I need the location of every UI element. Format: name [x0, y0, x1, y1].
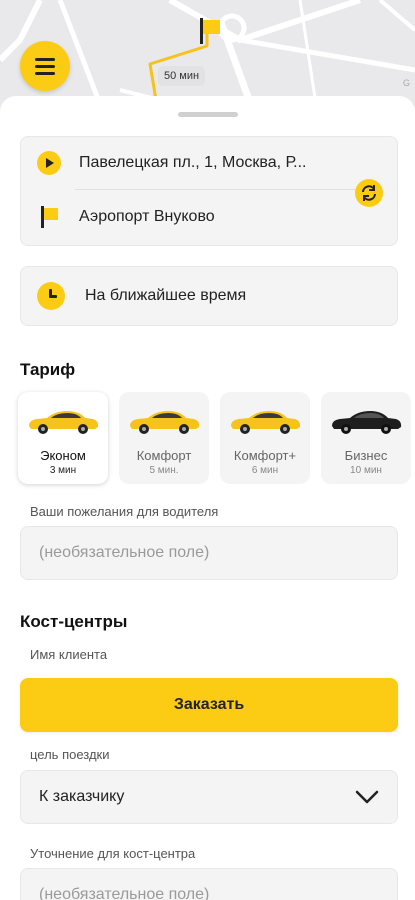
route-to-row[interactable]: Аэропорт Внуково — [21, 191, 215, 243]
car-icon — [29, 411, 99, 434]
hamburger-icon — [35, 56, 55, 77]
car-icon — [231, 411, 301, 434]
trip-purpose-label: цель поездки — [30, 747, 110, 762]
tariff-comfort[interactable]: Комфорт 5 мин. — [119, 392, 209, 484]
tariff-economy[interactable]: Эконом 3 мин — [18, 392, 108, 484]
route-divider — [75, 189, 357, 190]
trip-purpose-select[interactable]: К заказчику — [20, 770, 398, 824]
trip-purpose-value: К заказчику — [39, 788, 125, 805]
tariff-name: Эконом — [40, 448, 86, 463]
swap-icon — [362, 185, 376, 201]
tariff-eta: 5 мин. — [149, 465, 179, 476]
pickup-time-selector[interactable]: На ближайшее время — [20, 266, 398, 326]
map-credit: G — [403, 78, 411, 88]
wishes-input[interactable]: (необязательное поле) — [20, 526, 398, 580]
car-icon — [130, 411, 200, 434]
route-from-row[interactable]: Павелецкая пл., 1, Москва, Р... — [21, 137, 306, 189]
pickup-time-text: На ближайшее время — [85, 287, 247, 304]
tariff-name: Комфорт — [136, 448, 192, 463]
chevron-down-icon — [355, 790, 379, 804]
order-sheet: Павелецкая пл., 1, Москва, Р... Аэропорт… — [0, 96, 415, 900]
tariff-name: Комфорт+ — [233, 448, 297, 463]
tariff-title: Тариф — [20, 360, 76, 379]
tariff-eta: 3 мин — [49, 465, 77, 476]
sheet-drag-handle[interactable] — [178, 112, 238, 117]
swap-route-button[interactable] — [355, 179, 383, 207]
wishes-label: Ваши пожелания для водителя — [30, 504, 219, 519]
tariff-list[interactable]: Эконом 3 мин Комфорт 5 мин. Комфорт+ 6 м… — [18, 392, 415, 486]
tariff-business[interactable]: Бизнес 10 мин — [321, 392, 411, 484]
route-duration-badge: 50 мин — [158, 66, 206, 86]
menu-button[interactable] — [20, 41, 70, 91]
flag-icon — [41, 206, 58, 228]
route-to-text: Аэропорт Внуково — [79, 208, 215, 225]
destination-flag-icon — [200, 18, 220, 44]
route-card: Павелецкая пл., 1, Москва, Р... Аэропорт… — [20, 136, 398, 246]
route-from-text: Павелецкая пл., 1, Москва, Р... — [79, 154, 307, 171]
cost-center-clarification-label: Уточнение для кост-центра — [30, 846, 196, 861]
tariff-comfort-plus[interactable]: Комфорт+ 6 мин — [220, 392, 310, 484]
clock-icon — [37, 282, 65, 310]
start-point-icon — [37, 151, 61, 175]
cost-center-clarification-input[interactable]: (необязательное поле) — [20, 868, 398, 900]
car-icon — [332, 411, 402, 434]
tariff-eta: 10 мин — [350, 465, 382, 476]
cost-centers-title: Кост-центры — [20, 612, 128, 631]
order-button[interactable]: Заказать — [20, 678, 398, 732]
client-name-label: Имя клиента — [30, 647, 108, 662]
tariff-name: Бизнес — [344, 448, 388, 463]
tariff-eta: 6 мин — [251, 465, 279, 476]
